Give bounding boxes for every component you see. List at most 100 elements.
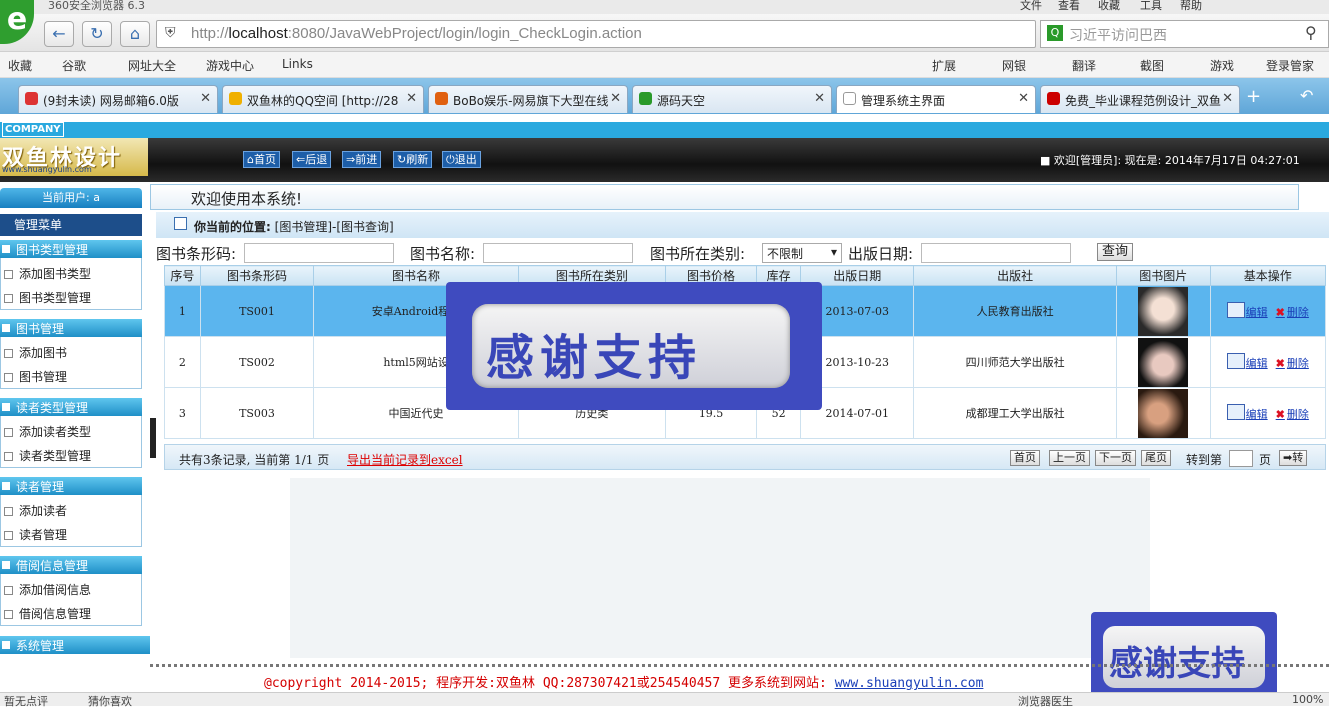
cell-publisher: 人民教育出版社 — [913, 285, 1117, 337]
publish-date-input[interactable] — [921, 243, 1071, 263]
tool-translate[interactable]: 翻译 — [1072, 57, 1096, 74]
forward-button[interactable]: ⇒前进 — [342, 151, 382, 168]
cell-actions: 编辑 ✖ 删除 — [1209, 336, 1327, 388]
back-icon[interactable]: ← — [44, 21, 74, 47]
close-icon[interactable]: ✕ — [1222, 91, 1233, 106]
sidebar-item-book-type-mgmt[interactable]: 图书类型管理 — [4, 289, 91, 306]
group-book-type[interactable]: 图书类型管理 — [0, 240, 142, 258]
goto-page-input[interactable] — [1229, 450, 1253, 467]
fav-links[interactable]: Links — [282, 57, 313, 71]
status-comment[interactable]: 暂无点评 — [4, 693, 48, 709]
delete-link[interactable]: 删除 — [1287, 408, 1309, 421]
category-select[interactable]: 不限制 ▾ — [762, 243, 842, 263]
sidebar-item-add-reader-type[interactable]: 添加读者类型 — [4, 423, 91, 440]
sidebar-item-add-borrow[interactable]: 添加借阅信息 — [4, 581, 91, 598]
edit-link[interactable]: 编辑 — [1246, 408, 1268, 421]
refresh-button[interactable]: ↻刷新 — [393, 151, 433, 168]
next-page-button[interactable]: 下一页 — [1095, 450, 1136, 466]
fav-games[interactable]: 游戏中心 — [206, 57, 254, 74]
tool-login[interactable]: 登录管家 — [1266, 57, 1314, 74]
fav-google[interactable]: 谷歌 — [62, 57, 86, 74]
first-page-button[interactable]: 首页 — [1010, 450, 1040, 466]
tab-free[interactable]: 免费_毕业课程范例设计_双鱼 ✕ — [1040, 85, 1240, 113]
browser-status-bar: 暂无点评 猜你喜欢 浏览器医生 100% — [0, 692, 1329, 709]
new-tab-icon[interactable]: + — [1246, 86, 1261, 107]
sidebar-item-book-mgmt[interactable]: 图书管理 — [4, 368, 67, 385]
tool-bank[interactable]: 网银 — [1002, 57, 1026, 74]
logout-button[interactable]: ⏻退出 — [442, 151, 481, 168]
status-guess[interactable]: 猜你喜欢 — [88, 693, 132, 709]
tab-mail[interactable]: (9封未读) 网易邮箱6.0版 ✕ — [18, 85, 218, 113]
sidebar-item-add-book[interactable]: 添加图书 — [4, 344, 67, 361]
page-footer: @copyright 2014-2015; 程序开发:双鱼林 QQ:287307… — [150, 664, 1329, 692]
undo-icon[interactable]: ↶ — [1300, 86, 1313, 105]
tab-source[interactable]: 源码天空 ✕ — [632, 85, 832, 113]
edit-link[interactable]: 编辑 — [1246, 357, 1268, 370]
go-button[interactable]: ➡转 — [1279, 450, 1308, 466]
col-publisher: 出版社 — [913, 265, 1117, 286]
search-engine-icon[interactable]: Q — [1047, 25, 1063, 41]
tab-qzone[interactable]: 双鱼林的QQ空间 [http://28 ✕ — [222, 85, 424, 113]
close-icon[interactable]: ✕ — [814, 91, 825, 106]
cell-barcode: TS003 — [199, 387, 315, 439]
refresh-icon[interactable]: ↻ — [82, 21, 112, 47]
close-icon[interactable]: ✕ — [610, 91, 621, 106]
status-zoom[interactable]: 100% — [1292, 693, 1323, 706]
book-thumbnail[interactable] — [1138, 337, 1189, 387]
group-reader[interactable]: 读者管理 — [0, 477, 142, 495]
menu-view[interactable]: 查看 — [1058, 0, 1080, 13]
prev-page-button[interactable]: 上一页 — [1049, 450, 1090, 466]
goto-label: 转到第 — [1186, 453, 1223, 467]
cell-image — [1115, 387, 1211, 439]
close-icon[interactable]: ✕ — [406, 91, 417, 106]
sidebar-toggle-handle[interactable] — [150, 418, 156, 458]
menu-help[interactable]: 帮助 — [1180, 0, 1202, 13]
address-bar[interactable]: ⛨ http://localhost:8080/JavaWebProject/l… — [156, 20, 1036, 48]
export-excel-link[interactable]: 导出当前记录到excel — [347, 451, 463, 468]
fav-sites[interactable]: 网址大全 — [128, 57, 176, 74]
tool-extend[interactable]: 扩展 — [932, 57, 956, 74]
copyright-text: @copyright 2014-2015; 程序开发:双鱼林 QQ:287307… — [264, 676, 984, 691]
browser-title: 360安全浏览器 6.3 — [48, 0, 145, 12]
barcode-input[interactable] — [244, 243, 394, 263]
tool-games[interactable]: 游戏 — [1210, 57, 1234, 74]
cell-actions: 编辑 ✖ 删除 — [1209, 285, 1327, 337]
book-name-input[interactable] — [483, 243, 633, 263]
sidebar-item-add-book-type[interactable]: 添加图书类型 — [4, 265, 91, 282]
delete-link[interactable]: 删除 — [1287, 357, 1309, 370]
query-button[interactable]: 查询 — [1097, 243, 1133, 261]
home-icon[interactable]: ⌂ — [120, 21, 150, 47]
menu-tools[interactable]: 工具 — [1140, 0, 1162, 13]
group-reader-type[interactable]: 读者类型管理 — [0, 398, 142, 416]
close-icon[interactable]: ✕ — [1018, 91, 1029, 106]
last-page-button[interactable]: 尾页 — [1141, 450, 1171, 466]
menu-file[interactable]: 文件 — [1020, 0, 1042, 13]
fav-collect[interactable]: 收藏 — [8, 57, 32, 74]
status-doctor[interactable]: 浏览器医生 — [1018, 693, 1073, 709]
menu-title: 管理菜单 — [0, 214, 142, 236]
footer-link[interactable]: www.shuangyulin.com — [835, 676, 984, 691]
group-borrow[interactable]: 借阅信息管理 — [0, 556, 142, 574]
tool-screenshot[interactable]: 截图 — [1140, 57, 1164, 74]
mail-icon — [25, 92, 38, 105]
delete-link[interactable]: 删除 — [1287, 306, 1309, 319]
edit-icon — [1226, 353, 1245, 369]
edit-link[interactable]: 编辑 — [1246, 306, 1268, 319]
cell-actions: 编辑 ✖ 删除 — [1209, 387, 1327, 439]
menu-favorites[interactable]: 收藏 — [1098, 0, 1120, 13]
book-thumbnail[interactable] — [1138, 388, 1189, 438]
home-button[interactable]: ⌂首页 — [243, 151, 280, 168]
sidebar-item-reader-mgmt[interactable]: 读者管理 — [4, 526, 67, 543]
close-icon[interactable]: ✕ — [200, 91, 211, 106]
sidebar-item-add-reader[interactable]: 添加读者 — [4, 502, 67, 519]
back-button[interactable]: ⇐后退 — [292, 151, 332, 168]
group-book[interactable]: 图书管理 — [0, 319, 142, 337]
book-thumbnail[interactable] — [1138, 286, 1189, 336]
sidebar-item-borrow-mgmt[interactable]: 借阅信息管理 — [4, 605, 91, 622]
tab-bobo[interactable]: BoBo娱乐-网易旗下大型在线 ✕ — [428, 85, 628, 113]
search-box[interactable]: Q 习近平访问巴西 ⚲ — [1040, 20, 1329, 48]
tab-admin[interactable]: 管理系统主界面 ✕ — [836, 85, 1036, 113]
group-system[interactable]: 系统管理 — [0, 636, 150, 654]
search-icon[interactable]: ⚲ — [1305, 23, 1317, 42]
sidebar-item-reader-type-mgmt[interactable]: 读者类型管理 — [4, 447, 91, 464]
